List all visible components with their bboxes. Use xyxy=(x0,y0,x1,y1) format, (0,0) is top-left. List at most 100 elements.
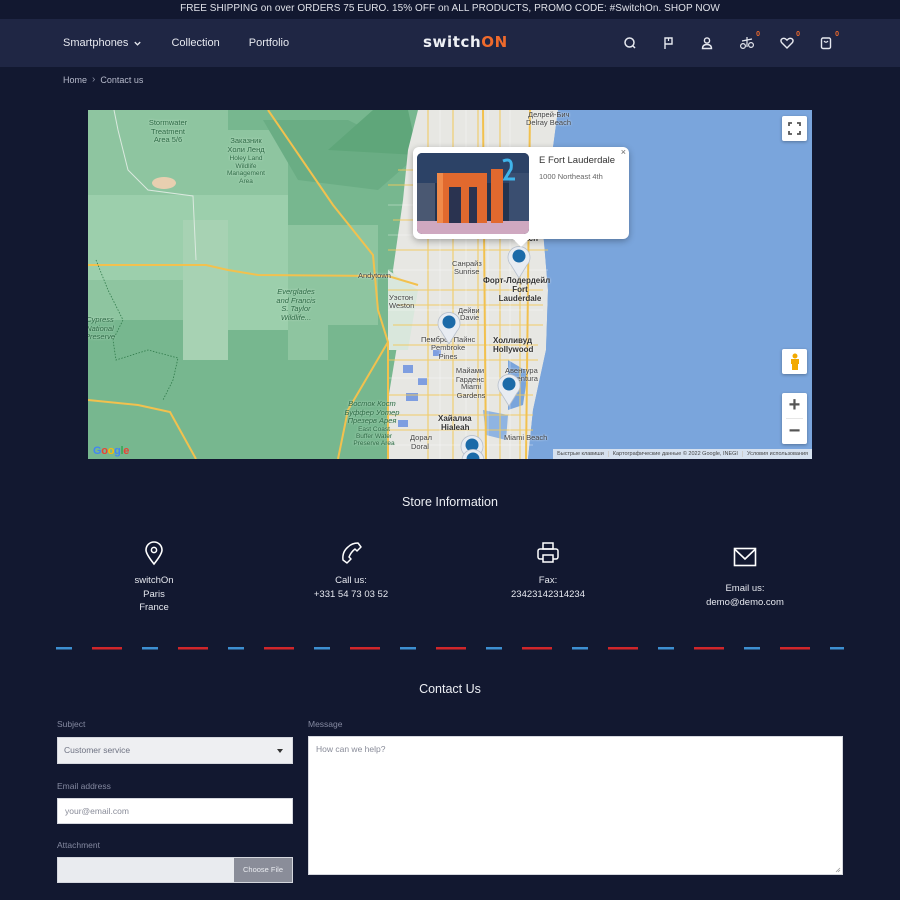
caret-down-icon xyxy=(277,749,283,753)
map-attribution: Быстрые клавиши Картографические данные … xyxy=(553,449,812,459)
map-label-holey-land: Holey Land Wildlife Management Area xyxy=(227,155,265,185)
main-nav: Smartphones Collection Portfolio xyxy=(63,19,318,67)
choose-file-button[interactable]: Choose File xyxy=(234,858,292,882)
cart-count-badge: 0 xyxy=(835,31,839,38)
account-button[interactable] xyxy=(699,35,715,51)
zoom-in-button[interactable]: + xyxy=(782,393,807,418)
store-map[interactable]: Stormwater Treatment Area 5/6 Заказник Х… xyxy=(88,110,812,459)
airmail-stripe xyxy=(56,647,72,650)
nav-label: Smartphones xyxy=(63,37,129,49)
nav-item-portfolio[interactable]: Portfolio xyxy=(249,37,289,49)
street-view-button[interactable] xyxy=(782,349,807,374)
nav-label: Collection xyxy=(171,37,220,49)
airmail-stripe xyxy=(350,647,380,650)
airmail-stripe xyxy=(436,647,466,650)
store-address-line: France xyxy=(139,602,169,613)
store-pin[interactable] xyxy=(496,373,522,407)
breadcrumb-home[interactable]: Home xyxy=(63,75,87,85)
airmail-stripe xyxy=(830,647,844,650)
nav-item-smartphones[interactable]: Smartphones xyxy=(63,37,142,49)
map-label-holey-land-ru: Заказник Холи Ленд xyxy=(227,136,265,154)
store-phone: Call us: +331 54 73 03 52 xyxy=(281,540,421,601)
subject-select[interactable]: Customer service xyxy=(57,737,293,764)
wishlist-count-badge: 0 xyxy=(796,31,800,38)
map-label-hialeah: Hialeah xyxy=(441,423,470,432)
map-label-doral: Doral xyxy=(411,442,429,451)
phone-label: Call us: xyxy=(335,575,367,586)
email-address[interactable]: demo@demo.com xyxy=(675,596,815,610)
compare-count-badge: 0 xyxy=(756,31,760,38)
terms-link[interactable]: Условия использования xyxy=(741,451,812,457)
map-label-davie: Davie xyxy=(460,313,480,322)
airmail-stripe xyxy=(780,647,810,650)
airmail-stripe xyxy=(228,647,244,650)
airmail-stripe xyxy=(400,647,416,650)
map-label-delray: Delray Beach xyxy=(526,118,572,127)
language-button[interactable] xyxy=(661,35,677,51)
store-pin[interactable] xyxy=(436,311,462,345)
email-field-label: Email address xyxy=(57,781,111,791)
wishlist-button[interactable]: 0 xyxy=(779,31,800,51)
message-label: Message xyxy=(308,719,343,729)
airmail-stripe xyxy=(694,647,724,650)
map-label-miami-gardens: Miami Gardens xyxy=(456,382,486,400)
chevron-right-icon: › xyxy=(92,74,96,85)
phone-number[interactable]: +331 54 73 03 52 xyxy=(281,588,421,602)
airmail-stripe xyxy=(92,647,122,650)
pegman-icon xyxy=(790,353,799,370)
cart-button[interactable]: 0 xyxy=(818,31,839,51)
map-label-fort-lauderdale: Fort Lauderdale xyxy=(498,285,542,303)
airmail-stripe xyxy=(142,647,158,650)
email-label: Email us: xyxy=(725,583,765,594)
airmail-stripe xyxy=(178,647,208,650)
map-label-weston: Weston xyxy=(389,301,415,310)
store-address: switchOn Paris France xyxy=(84,540,224,615)
info-window-title: E Fort Lauderdale xyxy=(539,155,616,166)
map-label-cypress: Cypress National Preserve xyxy=(88,315,115,341)
phone-icon xyxy=(342,542,362,564)
search-button[interactable] xyxy=(622,35,638,51)
map-label-doral-ru: Дорал xyxy=(410,433,433,442)
nav-item-collection[interactable]: Collection xyxy=(171,37,219,49)
store-address-line: Paris xyxy=(143,588,165,600)
airmail-stripe xyxy=(314,647,330,650)
store-pin[interactable] xyxy=(506,245,532,279)
nav-label: Portfolio xyxy=(248,37,290,49)
map-pin-icon xyxy=(145,541,163,566)
fullscreen-icon xyxy=(788,122,801,135)
map-label-stormwater: Stormwater Treatment Area 5/6 xyxy=(148,118,188,144)
map-label-andytown: Andytown xyxy=(358,271,391,280)
map-label-hialeah-ru: Хайалиа xyxy=(438,414,472,423)
zoom-out-button[interactable]: − xyxy=(782,419,807,444)
email-field[interactable]: your@email.com xyxy=(57,798,293,824)
message-textarea[interactable]: How can we help? xyxy=(308,736,843,875)
breadcrumb: Home › Contact us xyxy=(63,74,143,85)
map-label-east-coast: East Coast Buffer Water Preserve Area xyxy=(353,426,395,447)
map-label-east-coast-ru: Восток Кост Буффер Уотер Презерв Арея xyxy=(344,399,400,425)
site-logo[interactable]: switchON xyxy=(423,33,508,51)
info-window-close-button[interactable]: × xyxy=(621,147,626,157)
airmail-divider xyxy=(56,647,844,650)
search-icon xyxy=(624,37,636,49)
compare-icon xyxy=(739,37,755,50)
map-label-pembroke: Pembroke Pines xyxy=(431,343,466,361)
map-label-hollywood: Hollywood xyxy=(493,345,534,354)
resize-grip-icon[interactable] xyxy=(835,867,841,873)
cart-icon xyxy=(820,37,832,50)
fullscreen-button[interactable] xyxy=(782,116,807,141)
google-logo[interactable]: Google xyxy=(93,445,129,457)
info-window-address: 1000 Northeast 4th xyxy=(539,172,603,181)
airmail-stripe xyxy=(608,647,638,650)
keyboard-shortcuts-link[interactable]: Быстрые клавиши xyxy=(553,451,608,457)
heart-icon xyxy=(780,37,794,49)
compare-button[interactable]: 0 xyxy=(739,31,760,51)
airmail-stripe xyxy=(522,647,552,650)
attachment-file-input[interactable]: Choose File xyxy=(57,857,293,883)
store-email: Email us: demo@demo.com xyxy=(675,544,815,609)
attachment-label: Attachment xyxy=(57,840,100,850)
flag-icon xyxy=(664,37,673,49)
map-label-everglades: Everglades and Francis S. Taylor Wildlif… xyxy=(276,287,316,322)
promo-bar[interactable]: FREE SHIPPING on over ORDERS 75 EURO. 15… xyxy=(0,0,900,19)
store-pin[interactable] xyxy=(460,448,486,459)
store-photo xyxy=(417,153,529,234)
